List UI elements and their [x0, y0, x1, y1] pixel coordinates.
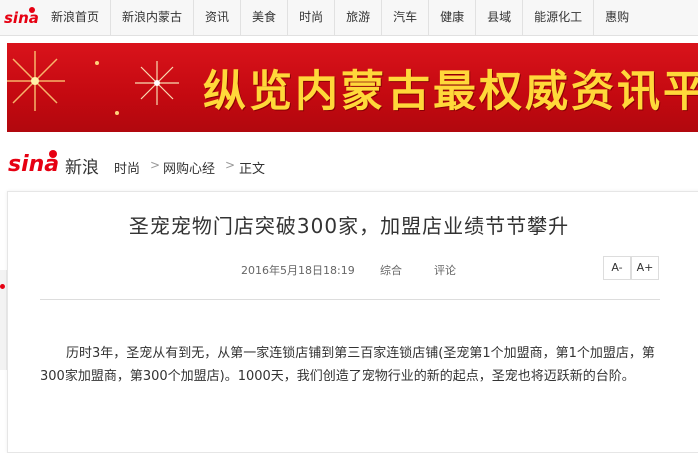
sina-logo-icon[interactable]: sina [3, 4, 39, 28]
fireworks-icon [7, 51, 179, 115]
nav-item-energy[interactable]: 能源化工 [522, 0, 593, 35]
breadcrumb-separator-icon: > [150, 158, 161, 172]
breadcrumb-link-shopping[interactable]: 网购心经 [163, 158, 215, 177]
font-smaller-button[interactable]: A- [603, 256, 631, 280]
svg-text:sina: sina [4, 9, 39, 27]
nav-item-food[interactable]: 美食 [240, 0, 287, 35]
article-category-link[interactable]: 综合 [380, 262, 402, 278]
divider [40, 299, 660, 300]
nav-item-health[interactable]: 健康 [428, 0, 475, 35]
font-larger-button[interactable]: A+ [631, 256, 659, 280]
article-paragraph: 历时3年，圣宠从有到无，从第一家连锁店铺到第三百家连锁店铺(圣宠第1个加盟商，第… [40, 346, 655, 384]
breadcrumb-current: 正文 [239, 162, 266, 177]
svg-text:sina: sina [8, 152, 59, 176]
nav-item-deals[interactable]: 惠购 [593, 0, 640, 35]
article-date: 2016年5月18日18:19 [241, 264, 355, 277]
breadcrumb-link-fashion[interactable]: 时尚 [114, 158, 140, 177]
nav-item-auto[interactable]: 汽车 [381, 0, 428, 35]
breadcrumb: sina 新浪 时尚 > 网购心经 > 正文 [8, 142, 698, 182]
nav-item-county[interactable]: 县域 [475, 0, 522, 35]
nav-item-home[interactable]: 新浪首页 [40, 0, 110, 35]
banner-ad[interactable]: 纵览内蒙古最权威资讯平台 [7, 43, 698, 132]
sina-logo-icon[interactable]: sina [8, 148, 63, 176]
nav-item-neimenggu[interactable]: 新浪内蒙古 [110, 0, 193, 35]
nav-item-travel[interactable]: 旅游 [334, 0, 381, 35]
breadcrumb-separator-icon: > [225, 158, 236, 172]
article-title: 圣宠宠物门店突破300家，加盟店业绩节节攀升 [128, 214, 570, 238]
sina-brand-text: 新浪 [65, 158, 99, 178]
nav-item-news[interactable]: 资讯 [193, 0, 240, 35]
banner-slogan: 纵览内蒙古最权威资讯平台 [203, 67, 698, 117]
top-nav-bar: sina 新浪首页 新浪内蒙古 资讯 美食 时尚 旅游 汽车 健康 县域 能源化… [0, 0, 698, 36]
nav-item-fashion[interactable]: 时尚 [287, 0, 334, 35]
side-widget-edge[interactable] [0, 270, 7, 370]
article-comment-link[interactable]: 评论 [434, 262, 456, 278]
